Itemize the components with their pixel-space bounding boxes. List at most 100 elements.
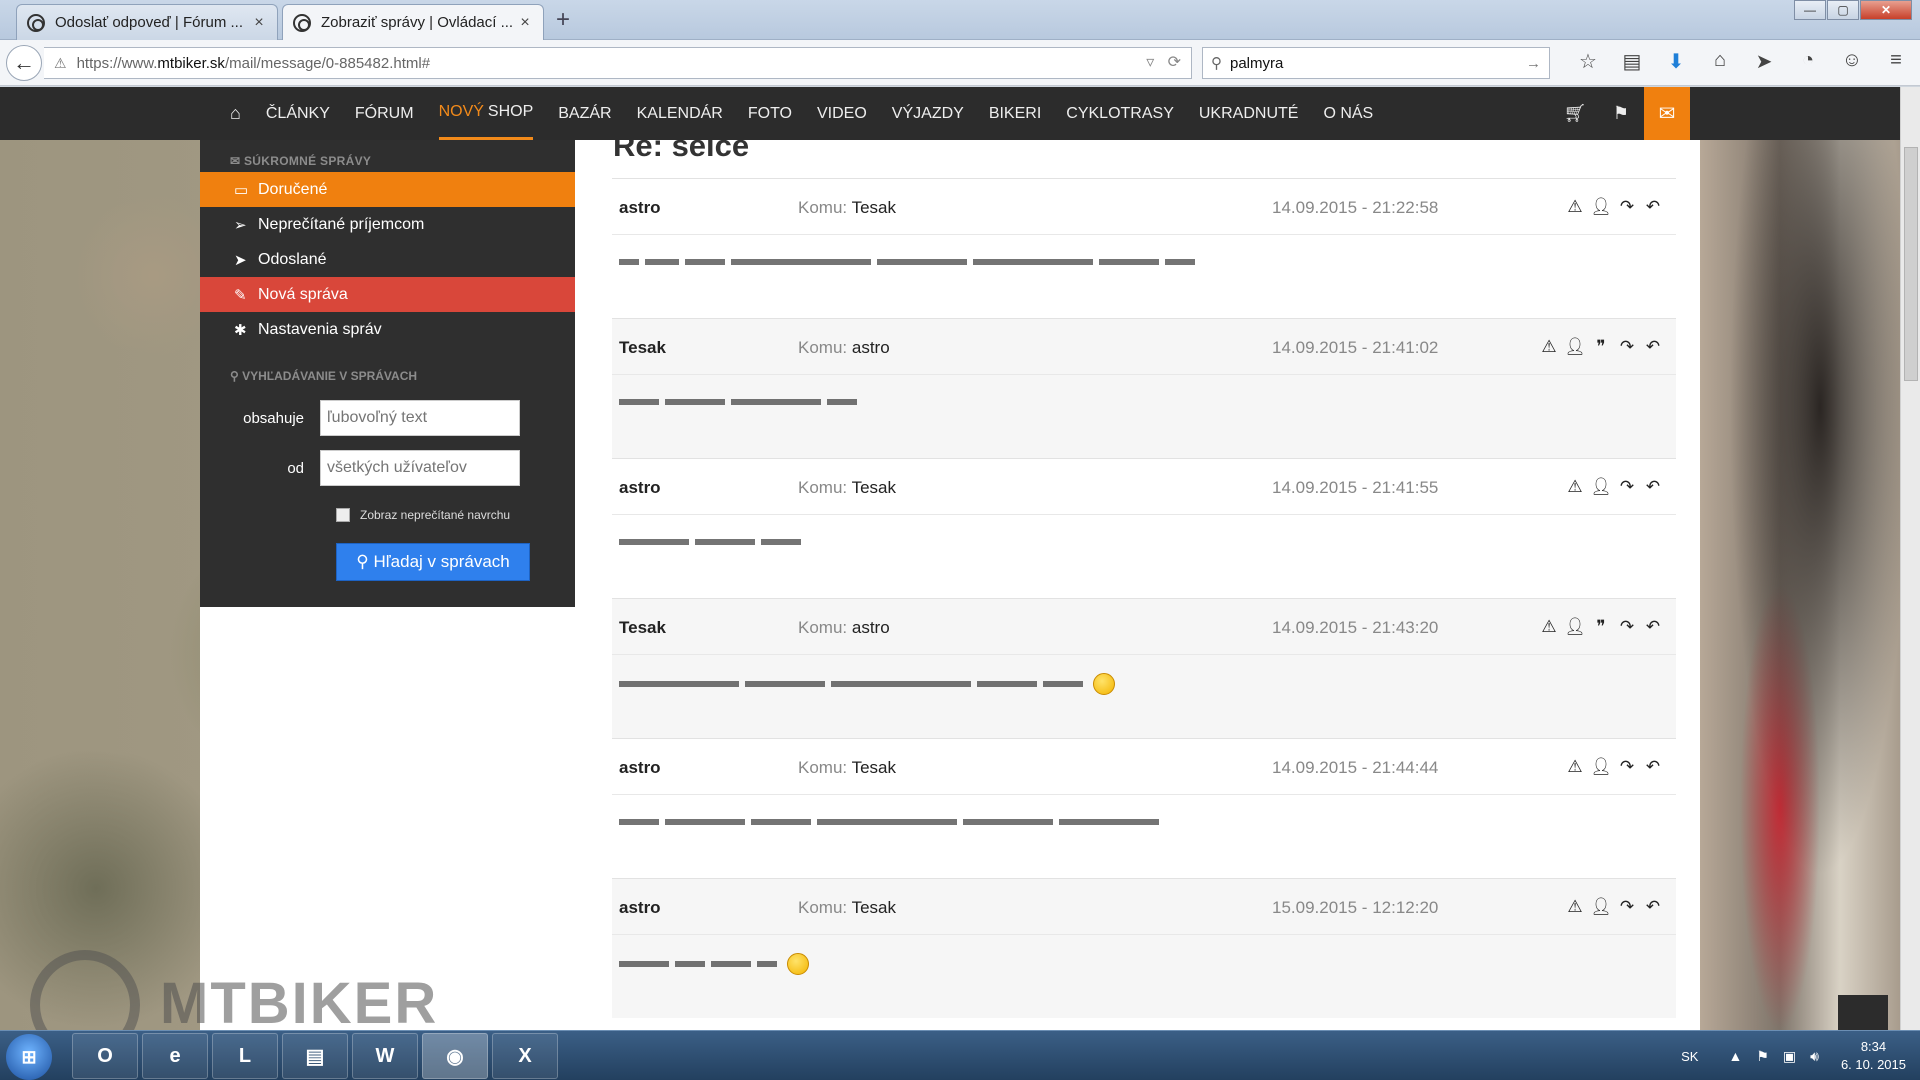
reply-icon[interactable]: ↶ bbox=[1640, 337, 1666, 357]
message-sender[interactable]: astro bbox=[619, 758, 661, 778]
nav-video[interactable]: VIDEO bbox=[817, 87, 867, 140]
internet-explorer-app-icon[interactable]: e bbox=[142, 1033, 208, 1079]
emoticon-icon bbox=[787, 953, 809, 975]
download-icon[interactable]: ⬇ bbox=[1654, 49, 1698, 74]
reply-icon[interactable]: ↶ bbox=[1640, 197, 1666, 217]
reload-icon[interactable]: ▿ ⟳ bbox=[1146, 52, 1181, 72]
reply-icon[interactable]: ↶ bbox=[1640, 897, 1666, 917]
close-tab-icon[interactable]: × bbox=[251, 14, 267, 32]
nav-foto[interactable]: FOTO bbox=[748, 87, 792, 140]
warning-icon[interactable]: ⚠ bbox=[1562, 897, 1588, 917]
lync-app-icon[interactable]: L bbox=[212, 1033, 278, 1079]
sidebar-item-inbox[interactable]: ▭ Doručené bbox=[200, 172, 575, 207]
back-button[interactable]: ← bbox=[6, 45, 42, 81]
nav-kalendar[interactable]: KALENDÁR bbox=[637, 87, 723, 140]
firefox-app-icon[interactable]: ◉ bbox=[422, 1033, 488, 1079]
nav-bazar[interactable]: BAZÁR bbox=[558, 87, 611, 140]
message-sender[interactable]: astro bbox=[619, 478, 661, 498]
cart-icon[interactable]: 🛒︎ bbox=[1552, 103, 1598, 124]
back-to-top-button[interactable] bbox=[1838, 995, 1888, 1033]
clock-date: 6. 10. 2015 bbox=[1840, 1057, 1906, 1072]
search-messages-button[interactable]: ⚲ Hľadaj v správach bbox=[336, 543, 530, 581]
user-icon[interactable]: 👤︎ bbox=[1588, 757, 1614, 777]
menu-icon[interactable]: ≡ bbox=[1874, 49, 1918, 74]
message-recipient: Komu: Tesak bbox=[798, 478, 896, 497]
user-icon[interactable]: 👤︎ bbox=[1562, 337, 1588, 357]
new-tab-button[interactable]: + bbox=[556, 6, 570, 34]
nav-cyklotrasy[interactable]: CYKLOTRASY bbox=[1066, 87, 1174, 140]
reading-list-icon[interactable]: ▤ bbox=[1610, 49, 1654, 74]
home-icon[interactable]: ⌂ bbox=[1698, 49, 1742, 74]
outlook-app-icon[interactable]: O bbox=[72, 1033, 138, 1079]
sidebar-item-settings[interactable]: ✱ Nastavenia správ bbox=[200, 312, 575, 347]
reply-icon[interactable]: ↶ bbox=[1640, 757, 1666, 777]
forward-icon[interactable]: ↷ bbox=[1614, 477, 1640, 497]
windows-taskbar: ⊞ O e L ▤ W ◉ X SK ▲ ⚑ ▣ 🔊︎ 8:34 6. 10. … bbox=[0, 1030, 1920, 1080]
sidebar-item-unread-by-recipient[interactable]: ➢ Neprečítané príjemcom bbox=[200, 207, 575, 242]
tray-expand-icon[interactable]: ▲ bbox=[1728, 1048, 1742, 1064]
close-window-button[interactable]: ✕ bbox=[1860, 0, 1912, 20]
nav-shop[interactable]: NOVÝ SHOP bbox=[438, 87, 534, 140]
warning-icon[interactable]: ⚠ bbox=[1536, 337, 1562, 357]
file-explorer-app-icon[interactable]: ▤ bbox=[282, 1033, 348, 1079]
taskbar-clock[interactable]: 8:34 6. 10. 2015 bbox=[1841, 1038, 1906, 1074]
sidebar-item-new-message[interactable]: ✎ Nová správa bbox=[200, 277, 575, 312]
flag-icon[interactable]: ⚑ bbox=[1598, 103, 1644, 124]
user-icon[interactable]: 👤︎ bbox=[1588, 477, 1614, 497]
history-icon[interactable]: ◔ bbox=[1786, 49, 1830, 74]
user-icon[interactable]: 👤︎ bbox=[1588, 197, 1614, 217]
nav-bikeri[interactable]: BIKERI bbox=[989, 87, 1041, 140]
smiley-icon[interactable]: ☺ bbox=[1830, 49, 1874, 74]
volume-icon[interactable]: 🔊︎ bbox=[1810, 1048, 1819, 1065]
from-user-input[interactable] bbox=[320, 450, 520, 486]
forward-icon[interactable]: ↷ bbox=[1614, 617, 1640, 637]
user-icon[interactable]: 👤︎ bbox=[1588, 897, 1614, 917]
excel-app-icon[interactable]: X bbox=[492, 1033, 558, 1079]
contains-input[interactable] bbox=[320, 400, 520, 436]
quote-icon[interactable]: ❞ bbox=[1588, 617, 1614, 637]
browser-tab-1[interactable]: Odoslať odpoveď | Fórum ... × bbox=[16, 4, 278, 40]
nav-ukradnute[interactable]: UKRADNUTÉ bbox=[1199, 87, 1299, 140]
forward-icon[interactable]: ↷ bbox=[1614, 897, 1640, 917]
search-go-icon[interactable]: → bbox=[1526, 55, 1541, 72]
nav-forum[interactable]: FÓRUM bbox=[355, 87, 414, 140]
warning-icon[interactable]: ⚠ bbox=[1562, 197, 1588, 217]
close-tab-icon[interactable]: × bbox=[517, 14, 533, 32]
nav-o-nas[interactable]: O NÁS bbox=[1323, 87, 1373, 140]
page-scrollbar[interactable] bbox=[1900, 87, 1920, 1030]
address-bar[interactable]: ⚠ https://www.mtbiker.sk/mail/message/0-… bbox=[44, 47, 1192, 79]
unread-first-checkbox[interactable] bbox=[336, 508, 350, 522]
language-indicator[interactable]: SK bbox=[1681, 1049, 1698, 1064]
maximize-button[interactable]: ▢ bbox=[1827, 0, 1859, 20]
word-app-icon[interactable]: W bbox=[352, 1033, 418, 1079]
quote-icon[interactable]: ❞ bbox=[1588, 337, 1614, 357]
warning-icon[interactable]: ⚠ bbox=[1562, 477, 1588, 497]
bookmark-star-icon[interactable]: ☆ bbox=[1566, 49, 1610, 74]
message-sender[interactable]: astro bbox=[619, 198, 661, 218]
network-icon[interactable]: ▣ bbox=[1783, 1048, 1796, 1065]
send-icon[interactable]: ➤ bbox=[1742, 49, 1786, 74]
action-center-flag-icon[interactable]: ⚑ bbox=[1756, 1048, 1769, 1065]
start-button[interactable]: ⊞ bbox=[6, 1034, 52, 1080]
scroll-thumb[interactable] bbox=[1904, 147, 1918, 381]
browser-tab-2[interactable]: Zobraziť správy | Ovládací ... × bbox=[282, 4, 544, 40]
nav-clanky[interactable]: ČLÁNKY bbox=[266, 87, 330, 140]
browser-search-box[interactable]: ⚲ palmyra → bbox=[1202, 47, 1550, 79]
reply-icon[interactable]: ↶ bbox=[1640, 617, 1666, 637]
forward-icon[interactable]: ↷ bbox=[1614, 197, 1640, 217]
mail-icon[interactable]: ✉ bbox=[1644, 87, 1690, 140]
forward-icon[interactable]: ↷ bbox=[1614, 757, 1640, 777]
redacted-text bbox=[1165, 258, 1195, 265]
forward-icon[interactable]: ↷ bbox=[1614, 337, 1640, 357]
message-sender[interactable]: Tesak bbox=[619, 618, 666, 638]
home-icon[interactable]: ⌂ bbox=[230, 87, 241, 140]
warning-icon[interactable]: ⚠ bbox=[1562, 757, 1588, 777]
warning-icon[interactable]: ⚠ bbox=[1536, 617, 1562, 637]
reply-icon[interactable]: ↶ bbox=[1640, 477, 1666, 497]
message-sender[interactable]: astro bbox=[619, 898, 661, 918]
user-icon[interactable]: 👤︎ bbox=[1562, 617, 1588, 637]
sidebar-item-sent[interactable]: ➤ Odoslané bbox=[200, 242, 575, 277]
message-sender[interactable]: Tesak bbox=[619, 338, 666, 358]
nav-vyjazdy[interactable]: VÝJAZDY bbox=[892, 87, 964, 140]
minimize-button[interactable]: — bbox=[1794, 0, 1826, 20]
